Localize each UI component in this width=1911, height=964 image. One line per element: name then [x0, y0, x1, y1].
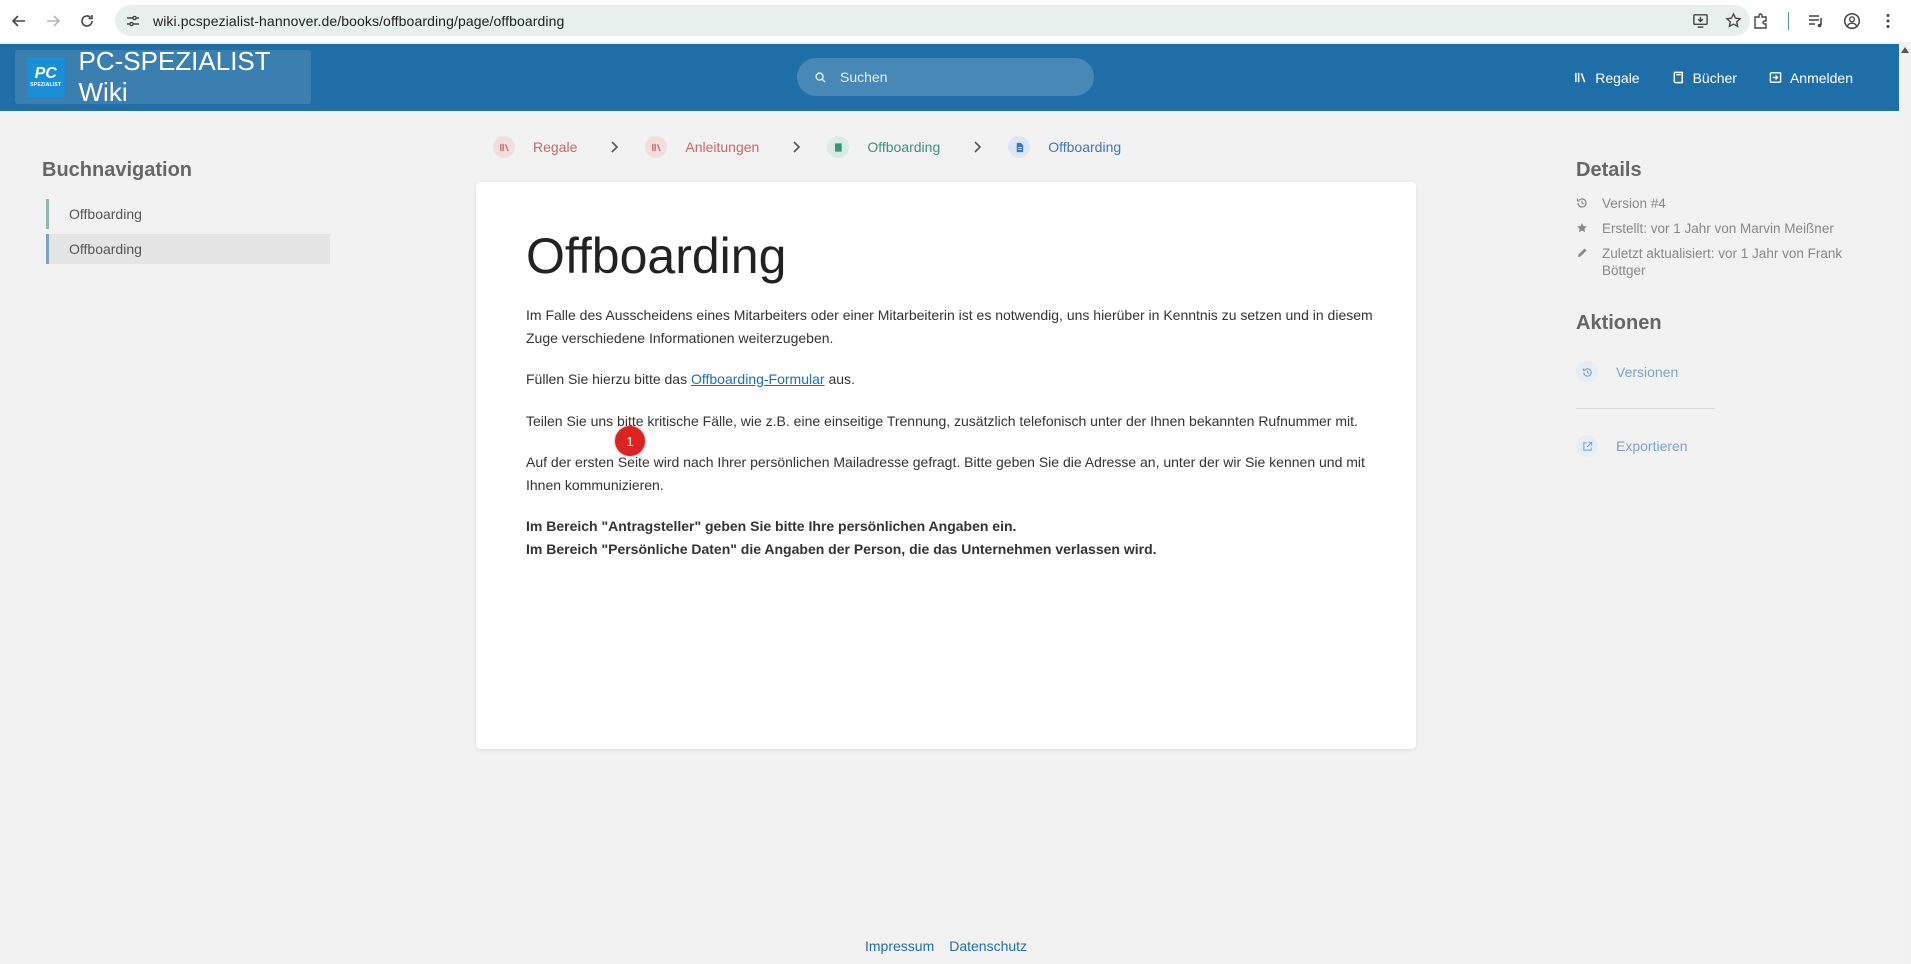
address-bar[interactable]: wiki.pcspezialist-hannover.de/books/offb…	[115, 5, 1750, 36]
extensions-icon[interactable]	[1752, 12, 1770, 30]
bookmark-star-icon[interactable]	[1725, 12, 1742, 29]
menu-dots-icon[interactable]	[1879, 12, 1897, 30]
forward-button[interactable]	[38, 6, 68, 36]
shelves-link[interactable]: Regale	[1574, 69, 1640, 86]
home-logo-link[interactable]: PC SPEZIALIST PC-SPEZIALIST Wiki	[15, 46, 311, 107]
book-nav-item-book[interactable]: Offboarding	[46, 199, 330, 229]
site-title[interactable]: PC-SPEZIALIST Wiki	[79, 46, 312, 108]
search-icon	[815, 71, 826, 83]
star-icon	[1577, 223, 1587, 233]
reload-icon	[81, 15, 93, 27]
paragraph-form-text-after: aus.	[824, 371, 855, 387]
search-input[interactable]	[840, 69, 1080, 85]
login-link-label: Anmelden	[1789, 69, 1853, 86]
media-control-icon[interactable]	[1807, 12, 1825, 30]
actions-title: Aktionen	[1576, 312, 1662, 334]
history-icon	[1576, 361, 1598, 383]
header-nav: Regale Bücher Anmelden	[1574, 44, 1853, 111]
revisions-action[interactable]: Versionen	[1576, 361, 1678, 383]
breadcrumb-label: Offboarding	[867, 139, 941, 155]
paragraph-form: Füllen Sie hierzu bitte das Offboarding-…	[526, 368, 1376, 391]
paragraph-form-text-before: Füllen Sie hierzu bitte das	[526, 371, 691, 387]
privacy-link[interactable]: Datenschutz	[949, 938, 1027, 954]
wiki-header: PC SPEZIALIST PC-SPEZIALIST Wiki Regale …	[0, 44, 1899, 111]
detail-version-text: Version #4	[1602, 196, 1666, 211]
detail-created: Erstellt: vor 1 Jahr von Marvin Meißner	[1576, 220, 1876, 237]
book-navigation-title: Buchnavigation	[42, 159, 193, 181]
pc-spezialist-logo: PC SPEZIALIST	[27, 57, 65, 97]
footer: Impressum Datenschutz	[865, 938, 1027, 954]
books-link[interactable]: Bücher	[1672, 70, 1737, 86]
detail-updated-text: Zuletzt aktualisiert: vor 1 Jahr von Fra…	[1602, 246, 1843, 278]
shelves-icon	[645, 136, 668, 158]
site-settings-icon[interactable]	[125, 13, 141, 29]
breadcrumb-label: Offboarding	[1048, 139, 1122, 155]
browser-toolbar: wiki.pcspezialist-hannover.de/books/offb…	[0, 0, 1911, 42]
page-scrollbar[interactable]	[1899, 44, 1911, 964]
arrow-right-icon	[47, 15, 61, 27]
history-icon	[1576, 198, 1587, 208]
scroll-up-arrow-icon[interactable]	[1899, 44, 1911, 56]
login-link[interactable]: Anmelden	[1769, 70, 1853, 86]
page-title: Offboarding	[526, 228, 787, 284]
toolbar-separator	[1788, 12, 1789, 30]
actions-divider	[1576, 408, 1715, 409]
shelves-icon	[1575, 72, 1586, 83]
detail-updated: Zuletzt aktualisiert: vor 1 Jahr von Fra…	[1576, 245, 1876, 279]
detail-version[interactable]: Version #4	[1576, 195, 1876, 212]
url-text[interactable]: wiki.pcspezialist-hannover.de/books/offb…	[153, 13, 564, 29]
breadcrumb-label: Anleitungen	[685, 139, 760, 155]
export-action[interactable]: Exportieren	[1576, 435, 1688, 457]
revisions-action-label: Versionen	[1616, 364, 1679, 380]
reload-button[interactable]	[72, 6, 102, 36]
chevron-right-icon	[972, 141, 982, 153]
paragraph-mail-address: Auf der ersten Seite wird nach Ihrer per…	[526, 454, 1365, 493]
breadcrumb-shelf-anleitungen[interactable]: Anleitungen	[645, 136, 759, 158]
breadcrumb-page[interactable]: Offboarding	[1008, 136, 1121, 158]
details-list: Version #4 Erstellt: vor 1 Jahr von Marv…	[1576, 195, 1876, 287]
book-navigation: Offboarding Offboarding	[46, 199, 330, 269]
export-icon	[1576, 435, 1598, 457]
breadcrumb-label: Regale	[533, 139, 578, 155]
page-body: Im Falle des Ausscheidens eines Mitarbei…	[526, 304, 1376, 560]
page-icon	[1008, 136, 1031, 158]
logo-subtext: SPEZIALIST	[30, 82, 62, 88]
arrow-left-icon	[11, 15, 25, 27]
book-nav-item-page[interactable]: Offboarding	[46, 234, 330, 264]
breadcrumb: Regale Anleitungen Offboarding Offboardi…	[493, 136, 1121, 158]
imprint-link[interactable]: Impressum	[865, 938, 934, 954]
paragraph-critical-cases: Teilen Sie uns bitte kritische Fälle, wi…	[526, 412, 1358, 429]
profile-icon[interactable]	[1843, 12, 1861, 30]
breadcrumb-book[interactable]: Offboarding	[827, 136, 940, 158]
install-app-icon[interactable]	[1692, 12, 1709, 29]
export-action-label: Exportieren	[1616, 438, 1688, 454]
login-icon	[1769, 72, 1782, 83]
chevron-right-icon	[791, 141, 801, 153]
paragraph-applicant-note: Im Bereich "Antragsteller" geben Sie bit…	[526, 518, 1017, 534]
shelves-icon	[493, 136, 515, 158]
books-link-label: Bücher	[1692, 69, 1737, 86]
breadcrumb-shelves[interactable]: Regale	[493, 136, 577, 158]
chevron-right-icon	[609, 141, 619, 153]
book-icon	[827, 136, 850, 158]
paragraph-intro: Im Falle des Ausscheidens eines Mitarbei…	[526, 307, 1373, 346]
page-content-card: Offboarding Im Falle des Ausscheidens ei…	[476, 182, 1416, 749]
logo-text: PC	[34, 65, 57, 82]
details-title: Details	[1576, 159, 1642, 181]
paragraph-personal-data-note: Im Bereich "Persönliche Daten" die Angab…	[526, 540, 1157, 557]
book-icon	[1673, 71, 1683, 84]
shelves-link-label: Regale	[1595, 69, 1640, 86]
pencil-icon	[1578, 248, 1587, 257]
back-button[interactable]	[4, 6, 34, 36]
search-box[interactable]	[797, 58, 1094, 96]
click-marker: 1	[615, 426, 645, 456]
detail-created-text: Erstellt: vor 1 Jahr von Marvin Meißner	[1602, 221, 1834, 236]
offboarding-form-link[interactable]: Offboarding-Formular	[691, 371, 825, 387]
